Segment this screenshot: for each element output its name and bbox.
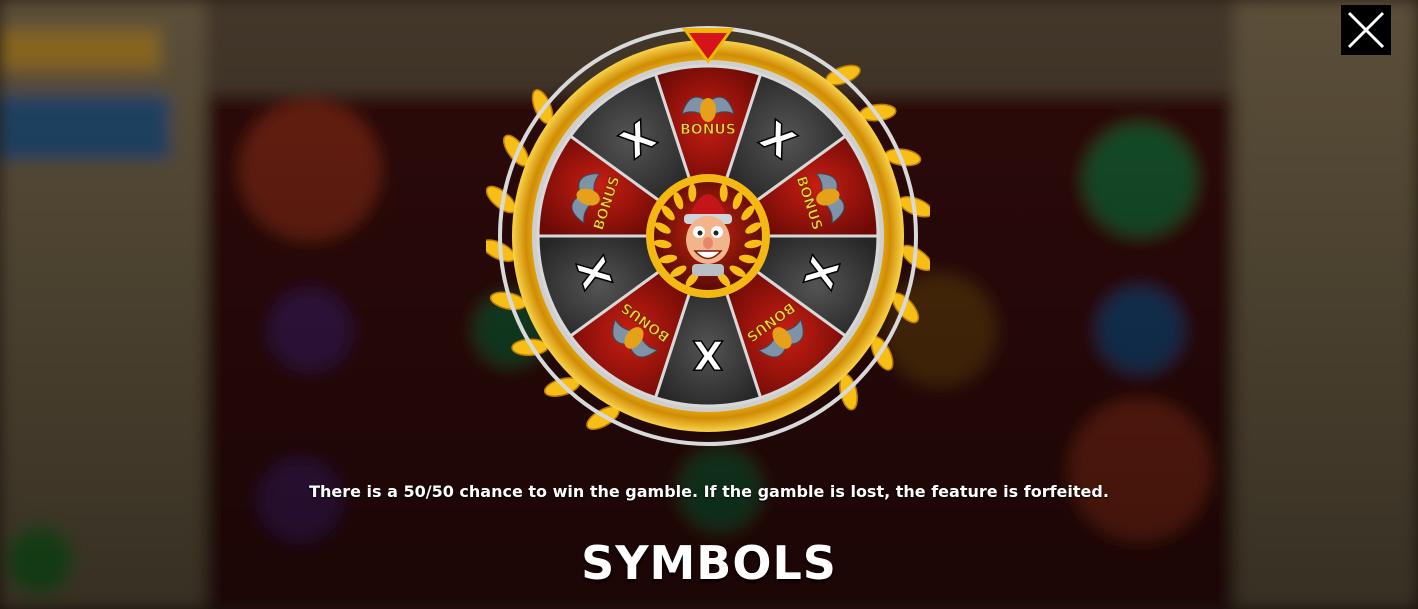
close-button[interactable] xyxy=(1341,5,1391,55)
gamble-wheel: BONUS XBONUSXBONUSXBONUSXBONUSX xyxy=(486,26,930,446)
symbols-section-title: SYMBOLS xyxy=(581,536,837,590)
close-icon xyxy=(1347,11,1385,49)
bonus-label: BONUS xyxy=(680,122,736,138)
lose-x-label: X xyxy=(692,331,723,377)
center-hub xyxy=(646,174,770,298)
gamble-info-text: There is a 50/50 chance to win the gambl… xyxy=(309,482,1109,501)
